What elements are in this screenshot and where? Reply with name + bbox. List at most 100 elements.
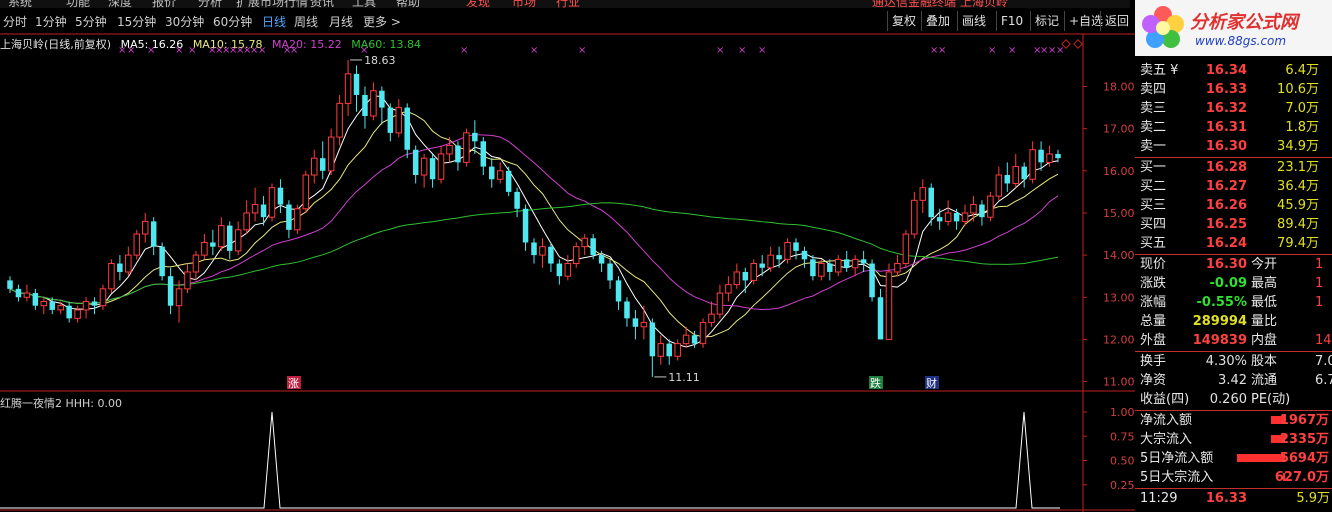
candle-body <box>7 280 13 289</box>
candle-body <box>99 288 107 307</box>
level-price: 16.26 <box>1205 198 1247 213</box>
event-marker: 涨 <box>288 377 299 390</box>
candle-body <box>362 94 368 117</box>
quote-label-2: 今开 <box>1251 257 1278 272</box>
buy-level-row: 买一 16.28 23.1万 <box>1135 158 1332 177</box>
fin-value-2: 6.7 <box>1315 373 1332 388</box>
fin-row: 换手 4.30% 股本 7.0 <box>1135 352 1332 371</box>
candle-body <box>657 343 665 357</box>
candle-body <box>548 246 554 264</box>
site-logo: 分析家公式网 www.88gs.com <box>1135 0 1332 56</box>
level-label: 买一 <box>1140 160 1167 175</box>
level-volume: 10.6万 <box>1277 82 1319 97</box>
quote-label-2: 最高 <box>1251 276 1278 291</box>
flow-value: 5694万 <box>1279 451 1329 466</box>
ind-tick-label: 0.25 <box>1110 479 1135 492</box>
candle-body <box>961 212 969 222</box>
candle-body <box>810 259 816 277</box>
level-label: 卖一 <box>1140 139 1167 154</box>
candle-body <box>251 204 259 214</box>
candle-body <box>894 263 901 273</box>
candle-body <box>632 318 639 327</box>
buy-level-row: 买二 16.27 36.4万 <box>1135 177 1332 196</box>
quote-value: 289994 <box>1192 314 1247 329</box>
event-marker: 财 <box>926 376 937 390</box>
level-volume: 1.8万 <box>1285 120 1319 135</box>
candle-body <box>902 233 910 265</box>
candle-body <box>472 132 478 142</box>
ma5-line <box>9 95 1059 348</box>
level-label: 买四 <box>1140 217 1167 232</box>
info-marker-icon: × <box>1008 45 1016 56</box>
candle-body <box>226 225 233 251</box>
candle-body <box>522 208 529 243</box>
y-tick-label: 12.00 <box>1103 333 1135 346</box>
candle-body <box>40 300 48 307</box>
info-marker-icon: × <box>127 45 135 56</box>
quote-value-2: 1 <box>1315 295 1324 310</box>
candle-body <box>843 259 850 268</box>
level-label: 卖二 <box>1140 120 1167 135</box>
kline-chart[interactable]: 18.00 17.00 16.00 15.00 14.00 13.00 12.00 11.00… <box>0 0 1135 512</box>
candle-body <box>979 204 985 218</box>
candle-body <box>531 242 537 256</box>
candle-body <box>776 255 782 260</box>
candle-body <box>49 301 56 310</box>
candle-body <box>167 276 174 306</box>
candle-body <box>1012 166 1019 184</box>
candle-body <box>1038 149 1044 163</box>
candle-body <box>243 212 250 231</box>
quote-label-2: 内盘 <box>1251 333 1278 348</box>
level-volume: 89.4万 <box>1277 217 1319 232</box>
quote-value: -0.09 <box>1209 276 1247 291</box>
candle-body <box>159 246 165 277</box>
y-tick-label: 17.00 <box>1103 123 1135 136</box>
level-price: 16.27 <box>1205 179 1247 194</box>
candle-body <box>944 212 952 222</box>
level-price: 16.25 <box>1205 217 1247 232</box>
info-marker-icon: × <box>1056 45 1064 56</box>
candle-body <box>294 208 301 231</box>
candle-body <box>827 263 833 272</box>
level-label: 卖四 <box>1140 82 1167 97</box>
candle-body <box>556 263 563 277</box>
candle-body <box>412 149 419 176</box>
ind-tick-label: 0.50 <box>1110 455 1135 468</box>
candle-body <box>336 102 343 138</box>
candle-body <box>150 221 157 247</box>
candle-body <box>624 301 630 319</box>
flow-value: 1967万 <box>1279 413 1329 428</box>
candle-body <box>590 238 596 256</box>
sell-level-row: 卖五 ¥ 16.34 6.4万 <box>1135 61 1332 80</box>
y-tick-label: 16.00 <box>1103 165 1135 178</box>
indicator-title: 红腾一夜情2 HHH: 0.00 <box>0 397 123 410</box>
level-volume: 23.1万 <box>1277 160 1319 175</box>
candle-body <box>234 229 242 252</box>
quote-label: 外盘 <box>1140 333 1167 348</box>
candle-body <box>564 263 572 277</box>
candle-body <box>437 153 445 180</box>
quote-value: 149839 <box>1192 333 1247 348</box>
fin-label: 换手 <box>1140 354 1167 369</box>
sell-level-row: 卖三 16.32 7.0万 <box>1135 99 1332 118</box>
flow-label: 5日大宗流入 <box>1140 470 1214 485</box>
flow-value: 2335万 <box>1279 432 1329 447</box>
candle-body <box>387 107 394 133</box>
level-volume: 34.9万 <box>1277 139 1319 154</box>
high-label: 18.63 <box>364 54 396 67</box>
level-label: 卖五 ¥ <box>1140 63 1179 78</box>
quote-label-2: 最低 <box>1251 295 1278 310</box>
info-marker-icon: × <box>290 45 298 56</box>
quote-value-2: 140 <box>1315 333 1332 348</box>
candle-body <box>936 217 943 222</box>
quote-row: 涨幅 -0.55% 最低 1 <box>1135 293 1332 312</box>
candle-body <box>108 263 115 290</box>
level-price: 16.24 <box>1205 236 1247 251</box>
candle-body <box>218 225 225 248</box>
quote-row: 涨跌 -0.09 最高 1 <box>1135 274 1332 293</box>
candle-body <box>539 246 546 256</box>
level-price: 16.30 <box>1205 139 1247 154</box>
info-marker-icon: × <box>530 45 538 56</box>
level-price: 16.34 <box>1205 63 1247 78</box>
candle-body <box>928 187 934 218</box>
